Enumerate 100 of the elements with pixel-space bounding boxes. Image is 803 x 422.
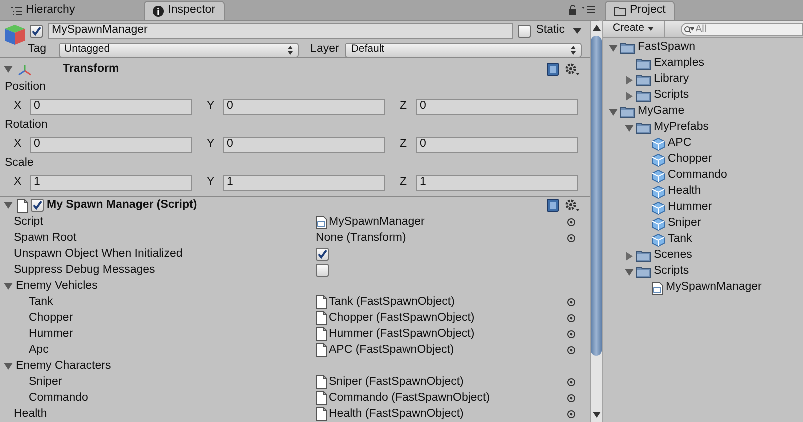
expand-arrow-icon[interactable] <box>624 76 634 84</box>
object-field-value[interactable]: Chopper (FastSpawnObject) <box>329 310 475 327</box>
number-field[interactable]: 0 <box>30 99 192 115</box>
project-item[interactable]: Hummer <box>668 199 712 217</box>
number-field[interactable]: 0 <box>223 137 385 153</box>
collapse-arrow-icon[interactable] <box>4 65 13 74</box>
number-field[interactable]: 0 <box>223 99 385 115</box>
axis-label: X <box>13 175 23 190</box>
cube-icon <box>652 186 665 198</box>
project-item[interactable]: Commando <box>668 167 728 185</box>
folder-icon <box>636 74 651 86</box>
name-field[interactable]: MySpawnManager <box>48 23 514 39</box>
collapse-arrow-icon[interactable] <box>608 44 618 52</box>
document-icon <box>316 407 327 422</box>
document-icon <box>316 311 327 326</box>
panel-tab[interactable]: Hierarchy <box>2 1 84 20</box>
folder-icon <box>620 106 635 118</box>
property-label: Enemy Vehicles <box>16 278 98 294</box>
axis-label: Z <box>399 99 408 114</box>
panel-tab[interactable]: Inspector <box>144 1 225 20</box>
property-label: Unspawn Object When Initialized <box>14 248 183 260</box>
property-label: Script <box>14 216 44 228</box>
document-icon <box>316 295 327 310</box>
document-icon <box>316 327 327 342</box>
collapse-arrow-icon[interactable] <box>4 282 13 291</box>
scroll-up-arrow-icon[interactable] <box>592 25 600 31</box>
layer-dropdown[interactable]: Default <box>345 42 582 58</box>
tag-label: Tag <box>28 42 47 58</box>
collapse-arrow-icon[interactable] <box>4 362 13 371</box>
object-field-value[interactable]: Hummer (FastSpawnObject) <box>329 326 475 343</box>
scrollbar[interactable] <box>590 21 602 422</box>
component-title: My Spawn Manager (Script) <box>47 198 198 213</box>
info-icon <box>153 6 164 16</box>
dropdown-arrow-icon[interactable] <box>573 28 582 34</box>
script-file-icon <box>316 216 327 229</box>
object-field-value[interactable]: Tank (FastSpawnObject) <box>329 294 455 311</box>
search-field[interactable]: All <box>680 22 803 36</box>
number-field[interactable]: 1 <box>416 175 578 191</box>
axis-label: X <box>13 137 23 152</box>
expand-arrow-icon[interactable] <box>624 252 634 260</box>
property-checkbox[interactable] <box>316 264 329 277</box>
object-field-value[interactable]: APC (FastSpawnObject) <box>329 342 454 359</box>
create-button[interactable]: Create <box>603 21 665 37</box>
active-checkbox[interactable] <box>30 24 43 38</box>
project-item[interactable]: MyPrefabs <box>654 119 709 137</box>
project-item[interactable]: MySpawnManager <box>666 279 762 297</box>
number-field[interactable]: 0 <box>416 137 578 153</box>
number-field[interactable]: 1 <box>223 175 385 191</box>
document-icon <box>316 343 327 358</box>
collapse-arrow-icon[interactable] <box>624 268 634 276</box>
object-field-value[interactable]: Sniper (FastSpawnObject) <box>329 374 464 391</box>
project-item[interactable]: APC <box>668 135 692 153</box>
project-item[interactable]: Tank <box>668 231 692 249</box>
axis-label: Y <box>206 137 216 152</box>
property-label: Health <box>14 408 48 420</box>
axis-label: Z <box>399 175 408 190</box>
property-label: Tank <box>28 296 54 308</box>
object-field-value[interactable]: MySpawnManager <box>329 214 425 231</box>
collapse-arrow-icon[interactable] <box>4 201 13 210</box>
property-label: Sniper <box>28 376 62 388</box>
number-field[interactable]: 0 <box>30 137 192 153</box>
project-item[interactable]: FastSpawn <box>638 39 696 57</box>
project-item[interactable]: MyGame <box>638 103 685 121</box>
component-checkbox[interactable] <box>31 199 44 212</box>
folder-icon <box>636 58 651 70</box>
scrollbar-thumb[interactable] <box>591 36 602 356</box>
project-item[interactable]: Examples <box>654 55 704 73</box>
axis-label: Z <box>399 137 408 152</box>
collapse-arrow-icon[interactable] <box>624 124 634 132</box>
project-item[interactable]: Chopper <box>668 151 712 169</box>
up-down-arrows-icon <box>571 46 576 54</box>
number-field[interactable]: 1 <box>30 175 192 191</box>
number-field[interactable]: 0 <box>416 99 578 115</box>
project-item[interactable]: Scripts <box>654 263 690 281</box>
help-book-icon[interactable] <box>547 199 559 212</box>
project-item[interactable]: Health <box>668 183 702 201</box>
menu-icon[interactable] <box>582 6 595 14</box>
expand-arrow-icon[interactable] <box>624 92 634 100</box>
static-checkbox[interactable] <box>518 24 532 38</box>
object-field-value[interactable]: None (Transform) <box>316 230 406 247</box>
settings-icon[interactable] <box>565 63 580 76</box>
project-item[interactable]: Sniper <box>668 215 702 233</box>
project-item[interactable]: Library <box>654 71 690 89</box>
tag-dropdown[interactable]: Untagged <box>58 42 299 58</box>
object-field-value[interactable]: Commando (FastSpawnObject) <box>329 390 490 407</box>
help-book-icon[interactable] <box>547 63 559 76</box>
project-item[interactable]: Scenes <box>654 247 692 265</box>
property-label: Chopper <box>28 312 74 324</box>
property-checkbox[interactable] <box>316 248 329 261</box>
collapse-arrow-icon[interactable] <box>608 108 618 116</box>
settings-icon[interactable] <box>565 199 580 212</box>
axis-label: Y <box>206 175 216 190</box>
panel-tab[interactable]: Project <box>605 1 675 20</box>
game-object-cube-icon <box>4 24 26 46</box>
cube-icon <box>652 202 665 214</box>
lock-icon[interactable] <box>569 5 577 15</box>
object-field-value[interactable]: Health (FastSpawnObject) <box>329 406 464 422</box>
scroll-down-arrow-icon[interactable] <box>592 412 600 418</box>
document-icon <box>17 198 28 213</box>
project-item[interactable]: Scripts <box>654 87 690 105</box>
